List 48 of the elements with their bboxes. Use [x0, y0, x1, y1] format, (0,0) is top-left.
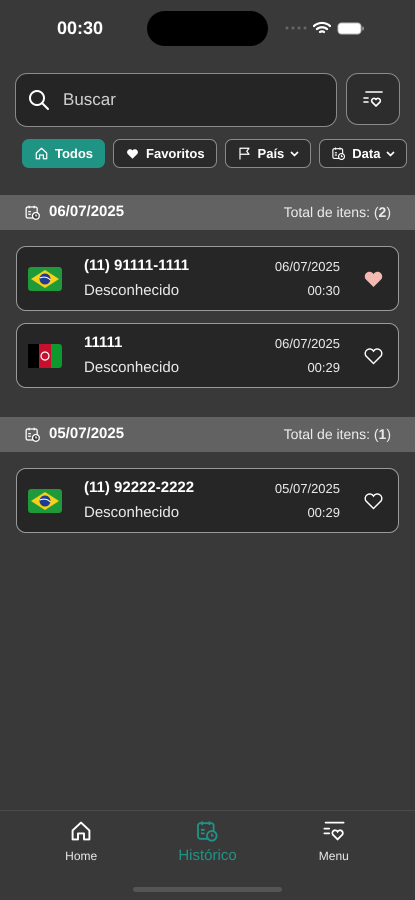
tab-bar-item[interactable]: Menu: [270, 819, 397, 868]
heart-outline-icon[interactable]: [363, 346, 384, 365]
flag-icon: [28, 344, 62, 368]
phone-number: (11) 92222-2222: [84, 478, 194, 498]
home-icon: [69, 819, 94, 843]
contact-name: Desconhecido: [84, 281, 180, 301]
contact-name: Desconhecido: [84, 358, 180, 378]
search-field[interactable]: Buscar: [15, 73, 337, 127]
heart-outline-icon[interactable]: [363, 491, 384, 510]
favorites-menu-button[interactable]: [346, 73, 400, 125]
status-time: 00:30: [56, 16, 104, 40]
heart-icon[interactable]: [363, 269, 384, 288]
item-count: Total de itens: (1): [284, 425, 391, 444]
call-time: 00:29: [307, 504, 340, 522]
call-date: 06/07/2025: [274, 334, 340, 352]
filter-chip[interactable]: País: [224, 139, 312, 168]
call-card[interactable]: (11) 92222-2222 Desconhecido 05/07/2025 00:29: [16, 468, 399, 533]
search-icon: [28, 89, 50, 111]
contact-name: Desconhecido: [84, 503, 180, 523]
date-heading: 05/07/2025: [49, 424, 124, 444]
list-heart-icon: [322, 819, 346, 843]
phone-number: (11) 91111-1111: [84, 256, 190, 276]
wifi-icon: [313, 21, 331, 35]
battery-icon: [337, 22, 365, 34]
home-icon: [34, 146, 49, 161]
filter-chip[interactable]: Favoritos: [113, 139, 217, 168]
call-card[interactable]: (11) 91111-1111 Desconhecido 06/07/2025 00:30: [16, 246, 399, 311]
call-card[interactable]: 11111 Desconhecido 06/07/2025 00:29: [16, 323, 399, 388]
call-date: 05/07/2025: [274, 480, 340, 498]
calendar-clock-icon: [24, 204, 41, 221]
flag-icon: [28, 488, 62, 512]
tab-bar-item[interactable]: Home: [18, 819, 144, 868]
item-count: Total de itens: (2): [284, 203, 391, 222]
filter-chip[interactable]: Data: [319, 139, 408, 168]
date-heading: 06/07/2025: [49, 202, 124, 222]
call-time: 00:30: [307, 282, 340, 300]
heart-icon: [125, 146, 140, 161]
flag-icon: [236, 146, 252, 161]
calendar-clock-icon: [24, 426, 41, 443]
filter-chip[interactable]: Todos: [22, 139, 106, 168]
call-date: 06/07/2025: [274, 258, 340, 276]
calendar-clock-icon: [331, 146, 346, 161]
list-heart-icon: [362, 90, 384, 108]
phone-number: 11111: [84, 332, 124, 352]
signal-icon: [285, 26, 307, 30]
call-time: 00:29: [307, 359, 340, 377]
flag-icon: [28, 266, 62, 290]
calendar-clock-icon: [195, 819, 220, 843]
